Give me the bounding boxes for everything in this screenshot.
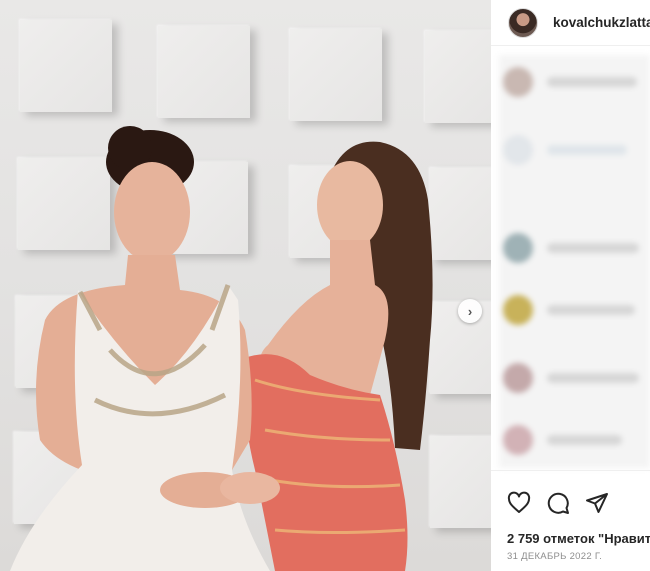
post-panel: kovalchukzlatta 2 759 отметок "Нравит 31… <box>491 0 650 571</box>
list-item <box>503 233 639 263</box>
comments-list-blurred <box>499 55 650 468</box>
heart-icon[interactable] <box>507 491 531 515</box>
post-photo[interactable]: › <box>0 0 491 571</box>
next-photo-button[interactable]: › <box>458 299 482 323</box>
post-header: kovalchukzlatta <box>491 0 650 46</box>
photo-subjects <box>10 126 433 571</box>
chevron-right-icon: › <box>467 303 473 319</box>
avatar <box>503 295 533 325</box>
comment-placeholder <box>547 243 639 253</box>
avatar <box>503 233 533 263</box>
share-icon[interactable] <box>585 491 609 515</box>
list-item <box>503 295 635 325</box>
comment-placeholder <box>547 77 637 87</box>
list-item <box>503 135 627 165</box>
avatar <box>503 425 533 455</box>
post-date[interactable]: 31 ДЕКАБРЬ 2022 Г. <box>507 551 602 562</box>
list-item <box>503 425 622 455</box>
comment-icon[interactable] <box>546 491 570 515</box>
likes-count[interactable]: 2 759 отметок "Нравит <box>507 531 650 546</box>
avatar <box>503 363 533 393</box>
comment-placeholder <box>547 373 639 383</box>
username-link[interactable]: kovalchukzlatta <box>553 15 650 30</box>
avatar <box>503 67 533 97</box>
avatar <box>503 135 533 165</box>
comment-placeholder <box>547 145 627 155</box>
list-item <box>503 67 637 97</box>
comment-placeholder <box>547 435 622 445</box>
post-actions <box>491 470 650 518</box>
avatar[interactable] <box>508 8 538 38</box>
comment-placeholder <box>547 305 635 315</box>
list-item <box>503 363 639 393</box>
